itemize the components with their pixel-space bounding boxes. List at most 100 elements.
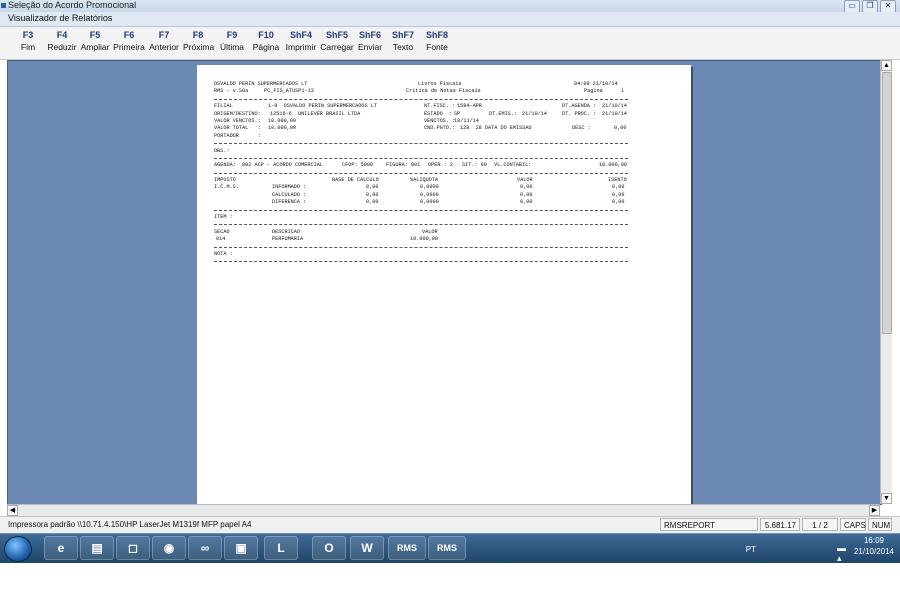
dt-agenda-label: DT.AGENDA : — [562, 103, 597, 110]
item-label: ITEM : — [214, 214, 233, 221]
start-button[interactable] — [4, 536, 32, 562]
rms-app-icon[interactable]: RMS — [388, 536, 426, 560]
toolbar-button-imprimir[interactable]: ShF4 Imprimir — [284, 30, 318, 52]
tax-row-isento: 0,00 — [612, 199, 625, 206]
rms-app-icon-2[interactable]: RMS — [428, 536, 466, 560]
vertical-scrollbar[interactable]: ▲ ▼ — [880, 60, 892, 504]
vl-contabil-label: VL.CONTABIL: — [494, 162, 532, 169]
tax-row-base: 0,00 — [366, 191, 379, 198]
messenger-icon[interactable]: ▣ — [224, 536, 258, 560]
cnd-label: CND.PGTO.: — [424, 125, 456, 132]
nf-label: NT.FISC. : — [424, 103, 456, 110]
tax-header-base: BASE DE CALCULO — [332, 177, 379, 184]
link-app-icon[interactable]: ∞ — [188, 536, 222, 560]
separator — [214, 170, 628, 177]
report-page-number: 1 — [621, 88, 625, 95]
scroll-left-arrow-icon[interactable]: ◀ — [7, 505, 18, 516]
report-book: Livros Fiscais — [418, 81, 462, 87]
clock-date: 21/10/2014 — [853, 547, 895, 556]
dt-proc-label: DT. PROC. : — [562, 110, 597, 117]
dt-agenda-value: 21/10/14 — [602, 103, 627, 110]
tax-row-base: 0,00 — [366, 199, 379, 206]
separator — [214, 258, 628, 265]
toolbar-button-ampliar[interactable]: F5 Ampliar — [80, 30, 110, 52]
dt-emis-label: DT.EMIS.: — [489, 110, 518, 117]
toolbar-button-carregar[interactable]: ShF5 Carregar — [320, 30, 354, 52]
app-window-icon[interactable]: ◻ — [116, 536, 150, 560]
report-subtitle: Critica de Notas Fiscais — [406, 88, 481, 95]
internet-explorer-icon[interactable]: e — [44, 536, 78, 560]
page-indicator: 1 / 2 — [802, 518, 838, 531]
function-key-toolbar: F3 Fim F4 Reduzir F5 Ampliar F6 Primeira F7 A… — [0, 27, 900, 60]
tax-row-aliquota: 0,0000 — [420, 184, 439, 191]
printer-status: Impressora padrão \\10.71.4.150\HP Laser… — [8, 520, 252, 529]
toolbar-button-proxima[interactable]: F8 Próxima — [183, 30, 214, 52]
tax-row-label: CALCULADO : — [272, 191, 307, 198]
chrome-icon[interactable]: ◉ — [152, 536, 186, 560]
toolbar-button-fonte[interactable]: ShF8 Fonte — [424, 30, 450, 52]
toolbar-button-fim[interactable]: F3 Fim — [14, 30, 42, 52]
tax-header-imposto: IMPOSTO — [214, 177, 236, 184]
tax-name: I.C.M.S. — [214, 184, 239, 191]
oper: OPER.: 2 — [428, 162, 453, 169]
dt-emis-value: 21/10/14 — [522, 110, 547, 117]
vencto-label: VALOR VENCTOS.: — [214, 117, 261, 124]
item-header-descricao: DESCRICAO — [272, 228, 301, 235]
lync-icon[interactable]: L — [264, 536, 298, 560]
toolbar-button-pagina[interactable]: F10 Página — [250, 30, 282, 52]
separator — [214, 244, 628, 251]
vertical-scroll-thumb[interactable] — [882, 72, 892, 334]
horizontal-scrollbar[interactable]: ◀ ▶ — [7, 504, 880, 516]
portador-label: PORTADOR : — [214, 132, 261, 139]
toolbar-button-texto[interactable]: ShF7 Texto — [390, 30, 416, 52]
total-value: 10.000,00 — [268, 125, 297, 132]
clock-time: 16:09 — [863, 536, 885, 545]
vl-contabil-value: 10.000,00 — [599, 162, 628, 169]
tax-row-label: DIFERENCA : — [272, 199, 307, 206]
scroll-right-arrow-icon[interactable]: ▶ — [869, 505, 880, 516]
file-explorer-icon[interactable]: ▤ — [80, 536, 114, 560]
figura: FIGURA: 001 — [386, 162, 421, 169]
dt-proc-value: 21/10/14 — [602, 110, 627, 117]
tax-row-aliquota: 0,0000 — [420, 191, 439, 198]
sit: SIT.: 90 — [462, 162, 487, 169]
tax-row-valor: 0,00 — [520, 184, 533, 191]
scroll-up-arrow-icon[interactable]: ▲ — [881, 60, 892, 71]
filial-label: FILIAL — [214, 103, 233, 110]
desc-value: 0,00 — [614, 125, 627, 132]
scroll-down-arrow-icon[interactable]: ▼ — [881, 493, 892, 504]
language-indicator[interactable]: PT — [746, 545, 756, 554]
tax-row-valor: 0,00 — [520, 191, 533, 198]
toolbar-button-anterior[interactable]: F7 Anterior — [148, 30, 180, 52]
cnd-value: 128 28 DATA DO EMISSAO — [460, 125, 532, 132]
num-indicator: NUM — [868, 518, 892, 531]
venctos-value: 18/11/14 — [454, 117, 479, 124]
tray-icons[interactable]: ▬ ▴ ⚑ ▭ ◖ — [837, 543, 850, 596]
toolbar-button-ultima[interactable]: F9 Última — [218, 30, 246, 52]
outer-window-title: Seleção do Acordo Promocional — [8, 0, 137, 10]
vencto-value: 10.000,00 — [268, 117, 297, 124]
report-system: RMS - v.S0a — [214, 88, 249, 95]
filial-value: 1-9 OSVALDO PERIN SUPERMERCADOS LT — [268, 103, 377, 110]
toolbar-button-primeira[interactable]: F6 Primeira — [113, 30, 145, 52]
tax-row-isento: 0,00 — [612, 184, 625, 191]
report-company: OSVALDO PERIN SUPERMERCADOS LT — [214, 81, 308, 87]
status-value: 5.681.17 — [760, 518, 800, 531]
inner-title-bar: Visualizador de Relatórios — [0, 12, 900, 27]
nf-value: 1584-APR — [457, 103, 482, 110]
app-icon — [1, 3, 6, 8]
report-program: PC_FIS_ATUSP1-13 — [264, 88, 314, 95]
separator — [214, 221, 628, 228]
separator — [214, 155, 628, 162]
toolbar-button-reduzir[interactable]: F4 Reduzir — [45, 30, 79, 52]
item-header-secao: SECAO — [214, 228, 230, 235]
window-controls: ▭ ❐ ✕ — [844, 0, 896, 13]
word-icon[interactable]: W — [350, 536, 384, 560]
toolbar-button-enviar[interactable]: ShF6 Enviar — [356, 30, 384, 52]
clock[interactable]: 16:09 21/10/2014 — [852, 535, 896, 557]
item-valor: 10.000,00 — [410, 236, 439, 243]
outlook-icon[interactable]: O — [312, 536, 346, 560]
tax-row-valor: 0,00 — [520, 199, 533, 206]
separator — [214, 96, 628, 103]
item-secao: 014 — [216, 236, 226, 243]
